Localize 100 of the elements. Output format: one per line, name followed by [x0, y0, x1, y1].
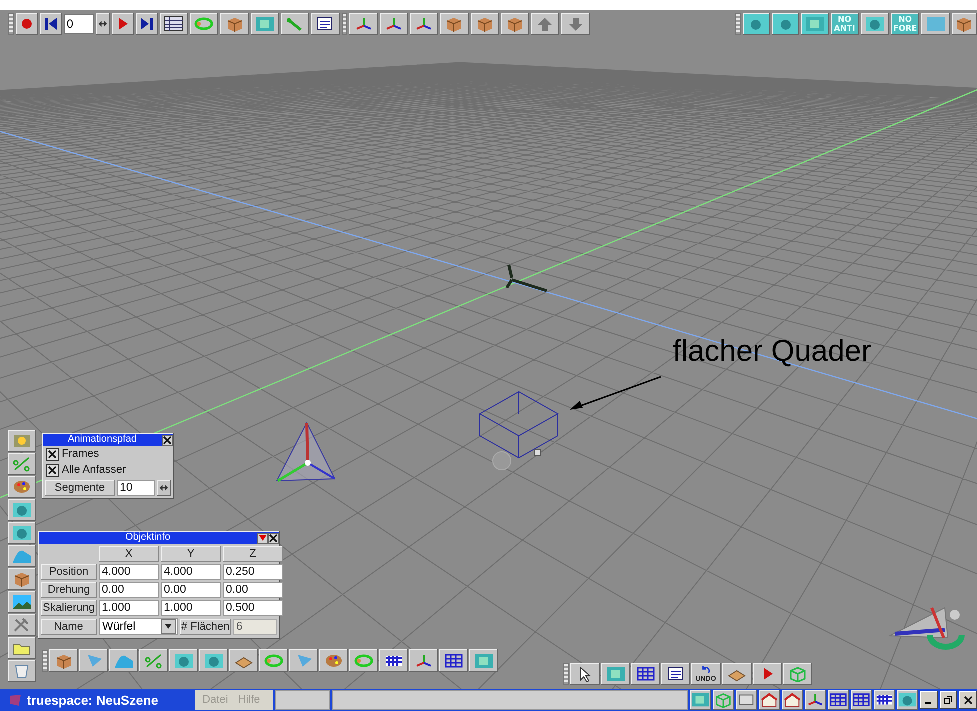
box-outline-icon [788, 666, 808, 682]
toolbar-button[interactable] [850, 690, 872, 710]
restore-icon [944, 696, 953, 704]
value-field[interactable]: 0.500 [223, 600, 283, 616]
checkbox[interactable] [46, 464, 59, 476]
restore-button[interactable] [940, 691, 958, 709]
toolbar-button[interactable] [736, 690, 757, 710]
document-icon [666, 666, 686, 682]
palette-icon [12, 479, 32, 495]
loop-icon [194, 16, 214, 32]
tile-icon [690, 692, 710, 708]
curve-icon [12, 456, 32, 472]
value-field[interactable]: 0.250 [223, 564, 283, 580]
cross-icon [964, 696, 973, 704]
column-header: Z [223, 546, 283, 562]
house-icon [782, 692, 802, 708]
app-icon [8, 692, 23, 708]
curve-icon [144, 652, 164, 668]
axes-icon [414, 16, 434, 32]
axes-icon [354, 16, 374, 32]
caret-icon [164, 624, 172, 629]
field-label: # Flächen [180, 618, 232, 634]
cube-icon [12, 571, 32, 587]
value-field[interactable]: 1.000 [161, 600, 221, 616]
toolbar-button[interactable] [311, 13, 340, 35]
toolbar-button[interactable] [96, 13, 110, 35]
toolbar-button[interactable] [439, 649, 468, 672]
tile-icon [606, 666, 626, 682]
checkbox[interactable] [46, 448, 59, 460]
field-label: Segmente [45, 480, 115, 496]
toolbar-grip[interactable] [8, 13, 14, 35]
tetrahedron-gizmo-drawing [276, 422, 336, 482]
grid-icon [852, 692, 871, 708]
faces-field: 6 [233, 618, 277, 634]
value-field[interactable]: 1.000 [99, 600, 159, 616]
loop-icon [264, 652, 284, 668]
toolbar-grip[interactable] [342, 13, 348, 35]
toolbar-grip[interactable] [42, 650, 48, 672]
toolbar-button[interactable] [631, 663, 660, 685]
toolbar-button[interactable] [500, 13, 530, 35]
axes-icon [806, 692, 825, 708]
toolbar-button[interactable] [440, 13, 469, 35]
cross-icon [269, 534, 278, 542]
value-field[interactable]: 0.00 [99, 582, 159, 598]
toolbar-button[interactable] [220, 13, 249, 35]
value-field[interactable]: 4.000 [99, 564, 159, 580]
axes-icon [414, 652, 434, 668]
toolbar-button[interactable] [758, 690, 780, 710]
toolbar-button[interactable] [157, 480, 171, 496]
toolbar-button[interactable] [874, 690, 895, 710]
value-field[interactable]: 4.000 [161, 564, 221, 580]
close-button[interactable] [162, 434, 173, 446]
box-outline-icon [714, 692, 733, 708]
toolbar-button[interactable] [896, 690, 918, 710]
sun-icon [12, 433, 32, 449]
toolbar-button[interactable] [690, 690, 711, 710]
grid-icon [828, 692, 848, 708]
toolbar-button[interactable] [952, 13, 977, 35]
palette-icon [324, 652, 344, 668]
window-title: truespace: NeuSzene [27, 692, 158, 708]
landscape-icon [12, 594, 32, 610]
gradient-icon [926, 16, 946, 32]
value-field[interactable]: 0.00 [223, 582, 283, 598]
option-label: Alle Anfasser [62, 464, 126, 476]
list-icon [164, 16, 184, 32]
tile-icon [804, 16, 825, 32]
row-label: Name [41, 618, 97, 634]
status-field [275, 690, 330, 710]
minimize-button[interactable] [920, 691, 938, 709]
dropdown-button[interactable] [257, 532, 268, 544]
toolbar-button[interactable] [40, 13, 62, 35]
toolbar-button[interactable] [782, 690, 803, 710]
toolbar-button[interactable] [828, 690, 849, 710]
toolbar-grip[interactable] [563, 663, 569, 685]
column-header: X [99, 546, 159, 562]
row-label: Position [41, 564, 97, 580]
toolbar-button[interactable] [160, 13, 188, 35]
cross-icon [48, 450, 57, 458]
toolbar-button[interactable] [8, 568, 36, 590]
toolbar-button[interactable] [804, 690, 826, 710]
toolbar-button[interactable] [661, 663, 690, 685]
toolbar-button[interactable] [712, 690, 734, 710]
segments-field[interactable]: 10 [117, 480, 155, 496]
option-label: Frames [62, 448, 100, 460]
panel-title: Objektinfo [124, 532, 172, 544]
toolbar-grip[interactable] [734, 13, 741, 35]
toolbar-button[interactable] [570, 663, 600, 685]
frame-field[interactable]: 0 [64, 14, 94, 34]
axis-gizmo-drawing [506, 264, 548, 292]
caret-icon [258, 535, 266, 541]
toolbar-button[interactable] [49, 649, 78, 672]
close-button[interactable] [268, 532, 279, 544]
row-label: Drehung [41, 582, 97, 598]
cross-icon [48, 466, 57, 474]
toolbar-button[interactable] [379, 649, 408, 672]
name-dropdown[interactable]: Würfel [98, 618, 178, 635]
row-label: Skalierung [41, 600, 97, 616]
toolbar-button[interactable] [470, 13, 499, 35]
value-field[interactable]: 0.00 [161, 582, 221, 598]
toolbar-button[interactable] [136, 13, 158, 35]
